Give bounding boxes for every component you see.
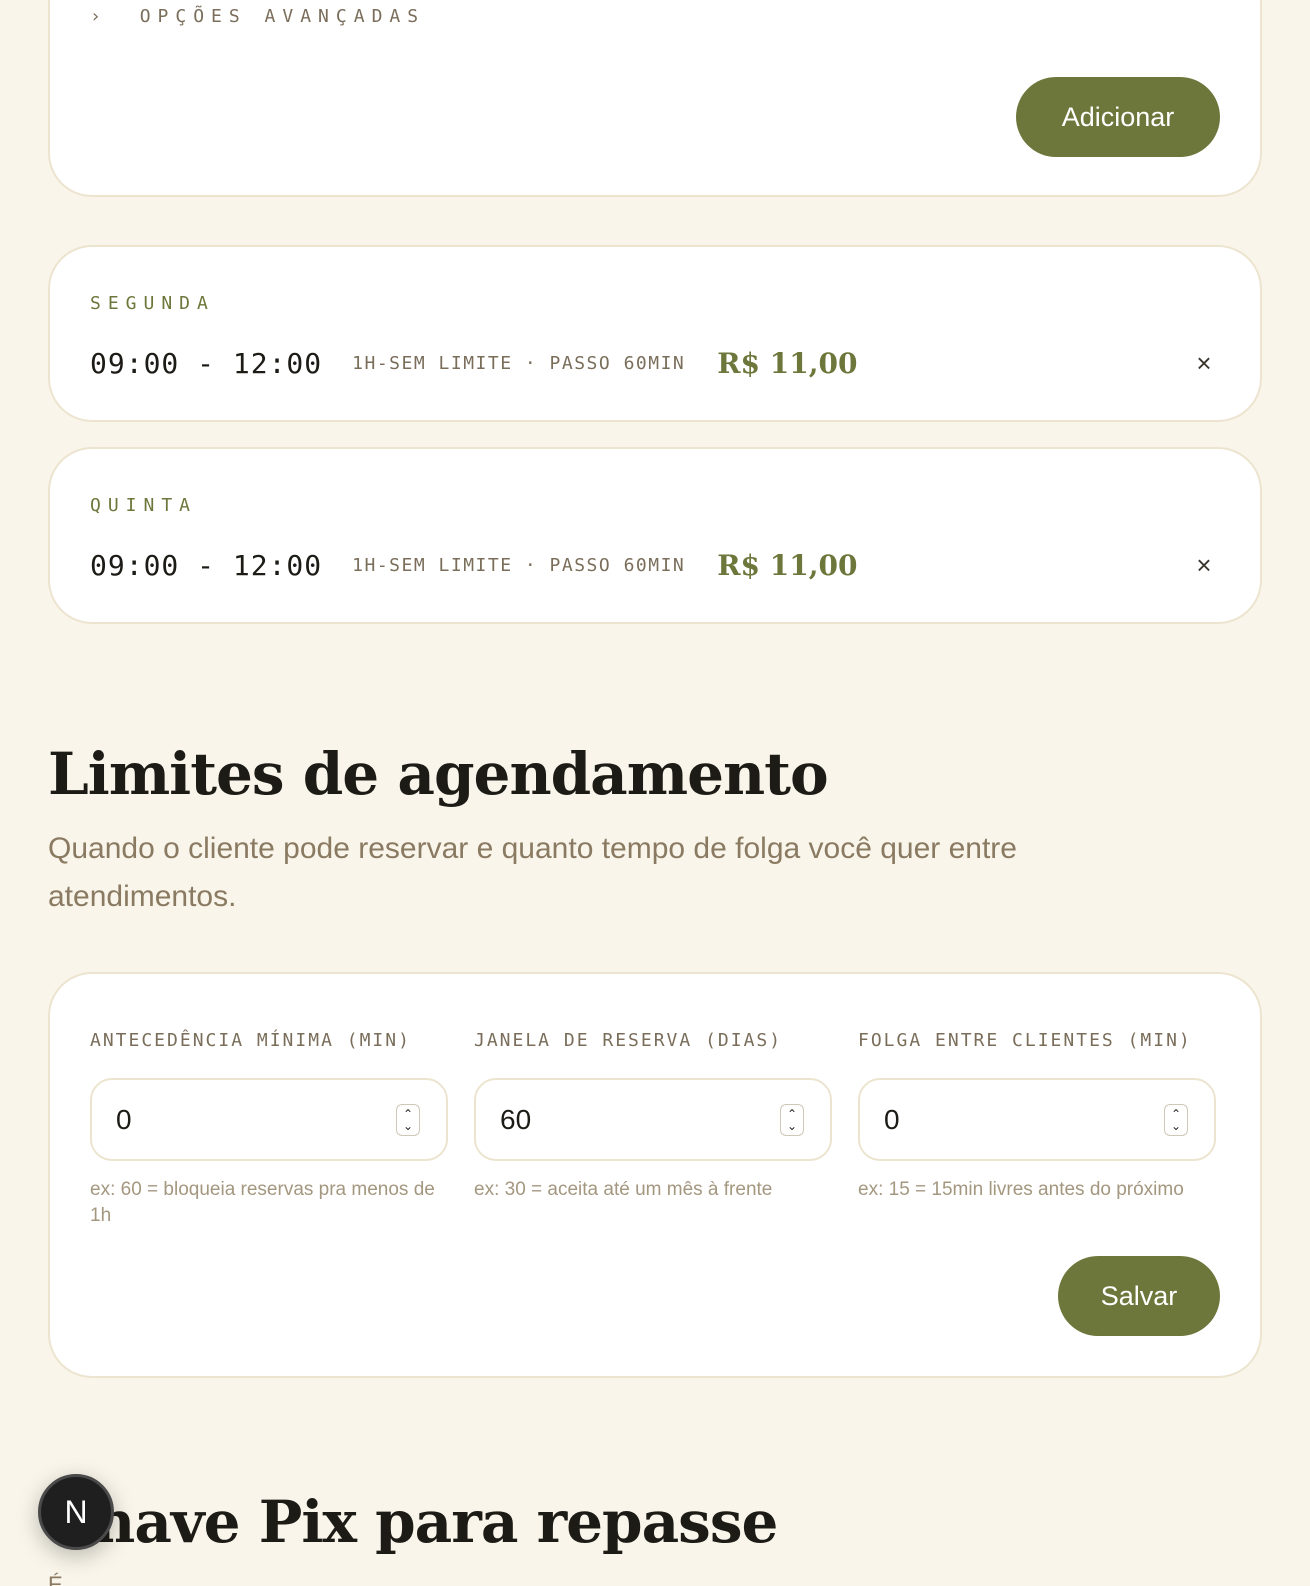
number-stepper-icon[interactable]: ⌃ ⌄	[1164, 1103, 1188, 1136]
save-button[interactable]: Salvar	[1058, 1256, 1220, 1336]
pix-section-title: Chave Pix para repasse	[48, 1488, 778, 1556]
field-hint: ex: 60 = bloqueia reservas pra menos de …	[90, 1179, 435, 1226]
slot-card: Quinta 09:00 - 12:00 1h-sem limite · pas…	[48, 447, 1262, 624]
chevron-down-icon: ⌄	[786, 1118, 798, 1133]
close-icon: ×	[1196, 549, 1212, 580]
remove-slot-button[interactable]: ×	[1188, 549, 1220, 581]
remove-slot-button[interactable]: ×	[1188, 347, 1220, 379]
limits-section-subtitle: Quando o cliente pode reservar e quanto …	[48, 832, 1017, 913]
slot-time: 09:00 - 12:00	[90, 346, 323, 380]
chevron-up-icon: ⌃	[402, 1106, 414, 1121]
page: › Opções avançadas Adicionar Segunda 09:…	[0, 0, 1310, 1586]
slot-day: Segunda	[90, 293, 215, 314]
slot-time: 09:00 - 12:00	[90, 548, 323, 582]
number-stepper-icon[interactable]: ⌃ ⌄	[396, 1103, 420, 1136]
limits-section-title: Limites de agendamento	[48, 740, 829, 808]
field-label: Antecedência mínima (min)	[90, 1030, 411, 1051]
buffer-between-clients-field: Folga entre clientes (min) 0 ⌃ ⌄ ex: 15 …	[858, 1030, 1216, 1203]
badge-letter: N	[64, 1493, 88, 1530]
add-button[interactable]: Adicionar	[1016, 77, 1220, 157]
chevron-up-icon: ⌃	[1170, 1106, 1182, 1121]
field-hint: ex: 30 = aceita até um mês à frente	[474, 1179, 773, 1200]
advanced-options-label: Opções avançadas	[139, 6, 426, 27]
slot-row: 09:00 - 12:00 1h-sem limite · passo 60mi…	[90, 547, 1220, 583]
pix-section-subtitle: É	[48, 1572, 63, 1586]
field-label: Folga entre clientes (min)	[858, 1030, 1192, 1051]
chevron-up-icon: ⌃	[786, 1106, 798, 1121]
chevron-right-icon: ›	[90, 6, 108, 27]
field-value: 60	[500, 1103, 532, 1135]
field-label: Janela de reserva (dias)	[474, 1030, 783, 1051]
min-advance-input[interactable]: 0 ⌃ ⌄	[90, 1078, 448, 1161]
slot-price: R$ 11,00	[717, 346, 858, 380]
chevron-down-icon: ⌄	[402, 1118, 414, 1133]
field-hint: ex: 15 = 15min livres antes do próximo	[858, 1179, 1184, 1200]
slot-price: R$ 11,00	[717, 548, 858, 582]
booking-window-field: Janela de reserva (dias) 60 ⌃ ⌄ ex: 30 =…	[474, 1030, 832, 1203]
field-value: 0	[884, 1103, 900, 1135]
number-stepper-icon[interactable]: ⌃ ⌄	[780, 1103, 804, 1136]
limits-card: Antecedência mínima (min) 0 ⌃ ⌄ ex: 60 =…	[48, 972, 1262, 1378]
buffer-between-clients-input[interactable]: 0 ⌃ ⌄	[858, 1078, 1216, 1161]
slot-row: 09:00 - 12:00 1h-sem limite · passo 60mi…	[90, 345, 1220, 381]
min-advance-field: Antecedência mínima (min) 0 ⌃ ⌄ ex: 60 =…	[90, 1030, 448, 1229]
field-value: 0	[116, 1103, 132, 1135]
slot-meta: 1h-sem limite · passo 60min	[352, 554, 686, 576]
advanced-options-toggle[interactable]: › Opções avançadas	[90, 6, 425, 27]
slot-meta: 1h-sem limite · passo 60min	[352, 352, 686, 374]
close-icon: ×	[1196, 347, 1212, 378]
booking-window-input[interactable]: 60 ⌃ ⌄	[474, 1078, 832, 1161]
slot-card: Segunda 09:00 - 12:00 1h-sem limite · pa…	[48, 245, 1262, 422]
nextjs-logo-icon[interactable]: N	[38, 1474, 114, 1550]
slot-day: Quinta	[90, 495, 198, 516]
add-slot-card: › Opções avançadas Adicionar	[48, 0, 1262, 197]
chevron-down-icon: ⌄	[1170, 1118, 1182, 1133]
